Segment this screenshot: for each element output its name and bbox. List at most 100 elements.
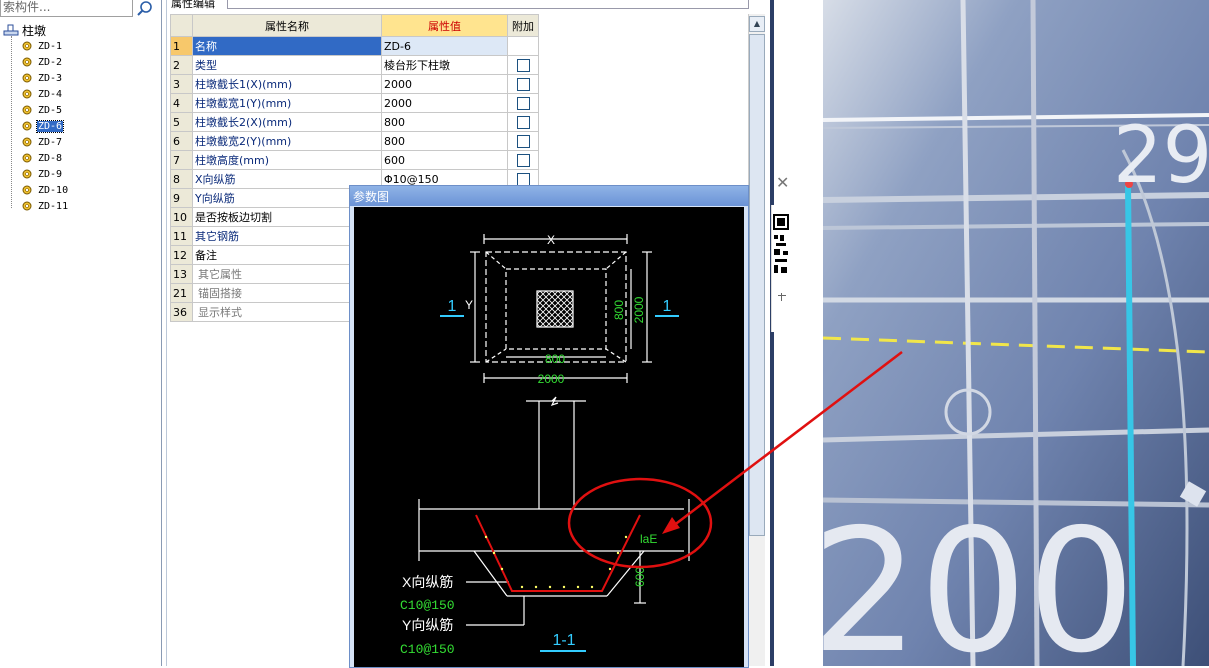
rebar-line xyxy=(475,514,641,592)
tree-item[interactable]: ZD-9 xyxy=(22,166,63,182)
property-value-cell[interactable]: 800 xyxy=(381,131,508,151)
extra-checkbox[interactable] xyxy=(516,115,530,129)
tree-item[interactable]: ZD-8 xyxy=(22,150,63,166)
property-row[interactable]: 2 类型 棱台形下柱墩 xyxy=(170,55,539,75)
property-name-cell[interactable]: 柱墩截长1(X)(mm) xyxy=(192,74,382,94)
component-tree-panel: 索构件... 柱墩 ZD-1 ZD-2 ZD-3 ZD-4 ZD-5 ZD-6 ZD-7 ZD… xyxy=(0,0,162,666)
extra-checkbox-cell[interactable] xyxy=(507,131,539,151)
property-row[interactable]: 5 柱墩截长2(X)(mm) 800 xyxy=(170,112,539,132)
extra-checkbox-cell[interactable] xyxy=(507,55,539,75)
tree-item[interactable]: ZD-3 xyxy=(22,70,63,86)
property-name-cell[interactable]: 柱墩截宽1(Y)(mm) xyxy=(192,93,382,113)
scroll-up-arrow-icon[interactable]: ▲ xyxy=(749,16,765,32)
property-value-cell[interactable]: ZD-6 xyxy=(381,36,508,56)
search-icon[interactable] xyxy=(137,0,157,18)
tree-item[interactable]: ZD-2 xyxy=(22,54,63,70)
gear-icon xyxy=(22,153,32,163)
tree-item-label: ZD-11 xyxy=(38,200,69,212)
property-value: 2000 xyxy=(384,77,412,91)
property-row[interactable]: 1 名称 ZD-6 xyxy=(170,36,539,56)
property-value-cell[interactable]: 2000 xyxy=(381,93,508,113)
property-name: 备注 xyxy=(195,249,217,262)
dim-800-horizontal: 800 xyxy=(545,352,565,366)
extra-checkbox-cell[interactable] xyxy=(507,74,539,94)
property-name-cell[interactable]: 柱墩截长2(X)(mm) xyxy=(192,112,382,132)
tree-item-label: ZD-7 xyxy=(38,136,63,148)
property-value: 棱台形下柱墩 xyxy=(384,59,450,72)
property-value-cell[interactable]: 2000 xyxy=(381,74,508,94)
dim-2000-horizontal: 2000 xyxy=(538,372,565,386)
tree-item[interactable]: ZD-4 xyxy=(22,86,63,102)
dim-600: 600 xyxy=(633,567,647,587)
property-name: 类型 xyxy=(195,59,217,72)
row-number: 13 xyxy=(170,264,193,284)
property-value-cell[interactable]: 棱台形下柱墩 xyxy=(381,55,508,75)
dialog-titlebar[interactable] xyxy=(350,186,748,206)
property-name: 其它属性 xyxy=(198,268,242,281)
tree-item-label: ZD-2 xyxy=(38,56,63,68)
property-row[interactable]: 6 柱墩截宽2(Y)(mm) 800 xyxy=(170,131,539,151)
close-icon[interactable]: ✕ xyxy=(776,175,792,191)
scroll-thumb[interactable] xyxy=(749,34,765,536)
property-value-cell[interactable]: 600 xyxy=(381,150,508,170)
label-x: X xyxy=(547,233,555,247)
property-name: 柱墩截宽2(Y)(mm) xyxy=(195,135,292,148)
tree-item-label: ZD-4 xyxy=(38,88,63,100)
property-name-cell[interactable]: 类型 xyxy=(192,55,382,75)
extra-checkbox-cell[interactable] xyxy=(507,36,539,56)
tree-item[interactable]: ZD-6 xyxy=(22,118,65,134)
tree-item[interactable]: ZD-11 xyxy=(22,198,69,214)
property-value: 800 xyxy=(384,134,405,148)
extra-checkbox-cell[interactable] xyxy=(507,112,539,132)
vertical-scrollbar[interactable]: ▲ xyxy=(748,14,765,666)
dialog-title: 参数图 xyxy=(353,190,390,204)
property-name: 是否按板边切割 xyxy=(195,211,272,224)
panel-title: 属性编辑 xyxy=(171,0,215,10)
extra-checkbox[interactable] xyxy=(516,77,530,91)
extra-checkbox[interactable] xyxy=(516,134,530,148)
property-value: Φ10@150 xyxy=(384,172,439,186)
extra-checkbox[interactable] xyxy=(516,172,530,186)
tree-item[interactable]: ZD-10 xyxy=(22,182,69,198)
tree-item[interactable]: ZD-7 xyxy=(22,134,63,150)
property-row[interactable]: 4 柱墩截宽1(Y)(mm) 2000 xyxy=(170,93,539,113)
property-name-cell[interactable]: 柱墩高度(mm) xyxy=(192,150,382,170)
property-name-cell[interactable]: 柱墩截宽2(Y)(mm) xyxy=(192,131,382,151)
col-header-value[interactable]: 属性值 xyxy=(381,14,508,37)
tree-root-icon xyxy=(3,24,19,36)
row-number: 21 xyxy=(170,283,193,303)
tree-item[interactable]: ZD-5 xyxy=(22,102,63,118)
param-diagram-dialog: 参数图 X Y 1 1 800 2000 800 2000 laE 600 X向… xyxy=(349,185,749,668)
tree-item-label: ZD-8 xyxy=(38,152,63,164)
col-header-name[interactable]: 属性名称 xyxy=(192,14,382,37)
search-input[interactable]: 索构件... xyxy=(0,0,133,17)
expand-plus-icon[interactable]: + xyxy=(193,271,194,282)
expand-plus-icon[interactable]: + xyxy=(193,309,194,320)
property-value: 600 xyxy=(384,153,405,167)
extra-checkbox-cell[interactable] xyxy=(507,93,539,113)
expand-plus-icon[interactable]: + xyxy=(193,290,194,301)
col-header-extra[interactable]: 附加 xyxy=(507,14,539,37)
property-value-cell[interactable]: 800 xyxy=(381,112,508,132)
row-number: 5 xyxy=(170,112,193,132)
row-number: 7 xyxy=(170,150,193,170)
tree-item[interactable]: ZD-1 xyxy=(22,38,63,54)
property-row[interactable]: 3 柱墩截长1(X)(mm) 2000 xyxy=(170,74,539,94)
row-number: 12 xyxy=(170,245,193,265)
property-name-cell[interactable]: 名称 xyxy=(192,36,382,56)
gear-icon xyxy=(22,89,32,99)
gear-icon xyxy=(22,169,32,179)
property-row[interactable]: 7 柱墩高度(mm) 600 xyxy=(170,150,539,170)
extra-checkbox-cell[interactable] xyxy=(507,150,539,170)
row-number: 6 xyxy=(170,131,193,151)
label-y: Y xyxy=(465,298,473,312)
section-mark-right: 1 xyxy=(663,298,672,315)
tree-root[interactable]: 柱墩 xyxy=(3,22,46,38)
property-name: 锚固搭接 xyxy=(198,287,242,300)
row-number: 1 xyxy=(170,36,193,56)
extra-checkbox[interactable] xyxy=(516,96,530,110)
dim-800-vertical: 800 xyxy=(612,300,626,320)
extra-checkbox[interactable] xyxy=(516,153,530,167)
extra-checkbox[interactable] xyxy=(516,58,530,72)
tree-item-label: ZD-3 xyxy=(38,72,63,84)
